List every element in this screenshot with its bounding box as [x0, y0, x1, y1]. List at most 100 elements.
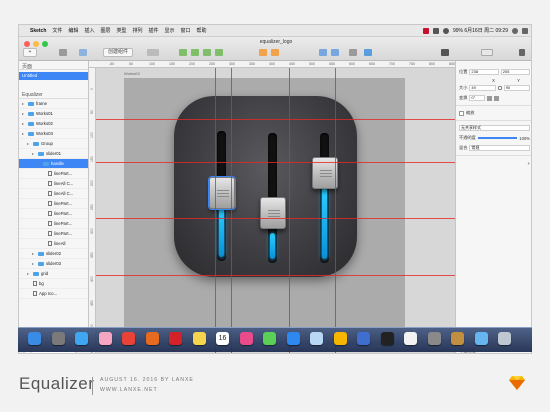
intersect-icon[interactable]	[203, 49, 211, 56]
menu-item-help[interactable]: 帮助	[197, 27, 207, 34]
terminal-icon[interactable]	[380, 332, 394, 345]
shared-style-select[interactable]: 无共享样式	[459, 125, 530, 131]
rotate-field[interactable]: 0°	[469, 95, 486, 101]
guide-vertical[interactable]	[231, 68, 232, 353]
menu-item-view[interactable]: 显示	[165, 27, 175, 34]
calendar-icon[interactable]: 16	[216, 332, 229, 345]
search-icon[interactable]	[512, 27, 518, 34]
flip-horizontal-icon[interactable]	[487, 95, 493, 101]
menu-item-arrange[interactable]: 排列	[132, 27, 142, 34]
finder-icon[interactable]	[28, 332, 41, 345]
layer-row[interactable]: linePart...	[19, 229, 88, 239]
pause-icon[interactable]	[432, 27, 439, 34]
menu-item-type[interactable]: 类型	[116, 27, 126, 34]
symbol-icon[interactable]	[79, 49, 87, 56]
opacity-slider[interactable]	[477, 137, 518, 139]
slider-knob-2[interactable]	[260, 197, 286, 229]
disclosure-arrow-icon[interactable]: ▸	[27, 271, 31, 276]
edit-icon[interactable]	[59, 49, 67, 56]
create-symbol-button[interactable]: 创建组件	[103, 48, 133, 57]
ruler-horizontal[interactable]: -50 50 100 150 200 250 300 350 400 450 500 550 600 65…	[89, 61, 455, 68]
guide-horizontal[interactable]	[96, 218, 455, 219]
subtract-icon[interactable]	[191, 49, 199, 56]
guide-horizontal[interactable]	[96, 119, 455, 120]
xcode-icon[interactable]	[357, 332, 370, 345]
union-icon[interactable]	[179, 49, 187, 56]
opera-icon[interactable]	[169, 332, 182, 345]
menu-item-layer[interactable]: 图层	[100, 27, 110, 34]
zoom-icon[interactable]	[147, 49, 159, 56]
insert-button[interactable]: +	[23, 48, 37, 57]
guide-vertical[interactable]	[335, 68, 336, 353]
difference-icon[interactable]	[215, 49, 223, 56]
page-item-current[interactable]: Untitled	[19, 72, 88, 80]
flip-vertical-icon[interactable]	[494, 95, 500, 101]
artboard-label[interactable]: Works03	[124, 71, 140, 76]
layer-row[interactable]: ▸ grid	[19, 269, 88, 279]
layer-row[interactable]: ▸ slider03	[19, 259, 88, 269]
sketch-icon[interactable]	[333, 332, 347, 345]
opacity-value[interactable]: 100%	[519, 136, 530, 141]
lock-icon[interactable]	[497, 86, 502, 90]
disclosure-arrow-icon[interactable]: ▸	[32, 251, 36, 256]
layer-row[interactable]: ▸ Group	[19, 139, 88, 149]
menu-status-clock[interactable]: 99% 6月16日 周二 09:29	[453, 27, 508, 34]
guide-horizontal[interactable]	[96, 162, 455, 163]
height-field[interactable]: 90	[503, 85, 531, 91]
layer-row[interactable]: lineAll C...	[19, 189, 88, 199]
folder-icon[interactable]	[474, 332, 488, 345]
ruler-vertical[interactable]: 050100150200250300350400450500550	[89, 68, 96, 353]
chrome-icon[interactable]	[122, 332, 135, 345]
mirror-device-icon[interactable]	[481, 49, 493, 56]
disclosure-arrow-icon[interactable]: ▸	[32, 261, 36, 266]
photos-icon[interactable]	[98, 332, 112, 345]
layer-row[interactable]: lineAll C...	[19, 179, 88, 189]
layer-row[interactable]: ▸ Works03	[19, 129, 88, 139]
qq-icon[interactable]	[404, 332, 417, 345]
guide-horizontal[interactable]	[96, 275, 455, 276]
notification-icon[interactable]	[522, 27, 528, 34]
disclosure-arrow-icon[interactable]: ▸	[22, 101, 26, 106]
layer-row[interactable]: linePart...	[19, 209, 88, 219]
width-field[interactable]: 49	[469, 85, 496, 91]
layer-row[interactable]: linePart...	[19, 199, 88, 209]
menu-item-file[interactable]: 文件	[52, 27, 62, 34]
disclosure-arrow-icon[interactable]: ▸	[22, 131, 26, 136]
layer-row[interactable]: ▸ frame	[19, 99, 88, 109]
layer-row[interactable]: ▸ Works01	[19, 109, 88, 119]
layer-row[interactable]: ▸ handle	[19, 159, 88, 169]
y-field[interactable]: 205	[500, 69, 531, 75]
launchpad-icon[interactable]	[51, 332, 65, 345]
add-style-icon[interactable]: +	[528, 161, 530, 166]
preview-icon[interactable]	[441, 49, 449, 56]
misc-icon[interactable]	[451, 332, 464, 345]
backward-icon[interactable]	[271, 49, 279, 56]
appstore-icon[interactable]	[286, 332, 300, 345]
menu-item-edit[interactable]: 编辑	[68, 27, 78, 34]
trash-icon[interactable]	[498, 332, 511, 345]
export-icon[interactable]	[364, 49, 372, 56]
guide-vertical[interactable]	[289, 68, 290, 353]
itunes-icon[interactable]	[239, 332, 253, 345]
resizing-checkbox[interactable]	[459, 110, 464, 116]
preview-icon[interactable]	[310, 332, 323, 345]
layer-row[interactable]: bg	[19, 279, 88, 289]
settings-icon[interactable]	[427, 332, 441, 345]
disclosure-arrow-icon[interactable]: ▸	[32, 151, 36, 156]
x-field[interactable]: 238	[469, 69, 499, 75]
disclosure-arrow-icon[interactable]: ▸	[22, 121, 26, 126]
layer-row[interactable]: linePart...	[19, 169, 88, 179]
menu-item-insert[interactable]: 插入	[84, 27, 94, 34]
cloud-icon[interactable]	[331, 49, 339, 56]
layer-row[interactable]: ▸ Works02	[19, 119, 88, 129]
forward-icon[interactable]	[259, 49, 267, 56]
layer-row[interactable]: linePart...	[19, 219, 88, 229]
layer-row[interactable]: App Ico...	[19, 289, 88, 299]
share-icon[interactable]	[519, 49, 525, 56]
disclosure-arrow-icon[interactable]: ▸	[22, 111, 26, 116]
mirror-icon[interactable]	[319, 49, 327, 56]
canvas[interactable]: -50 50 100 150 200 250 300 350 400 450 500 550 600 65…	[89, 61, 455, 353]
notes-icon[interactable]	[192, 332, 206, 345]
disclosure-arrow-icon[interactable]: ▸	[37, 161, 41, 166]
status-app-icon[interactable]	[422, 27, 429, 34]
